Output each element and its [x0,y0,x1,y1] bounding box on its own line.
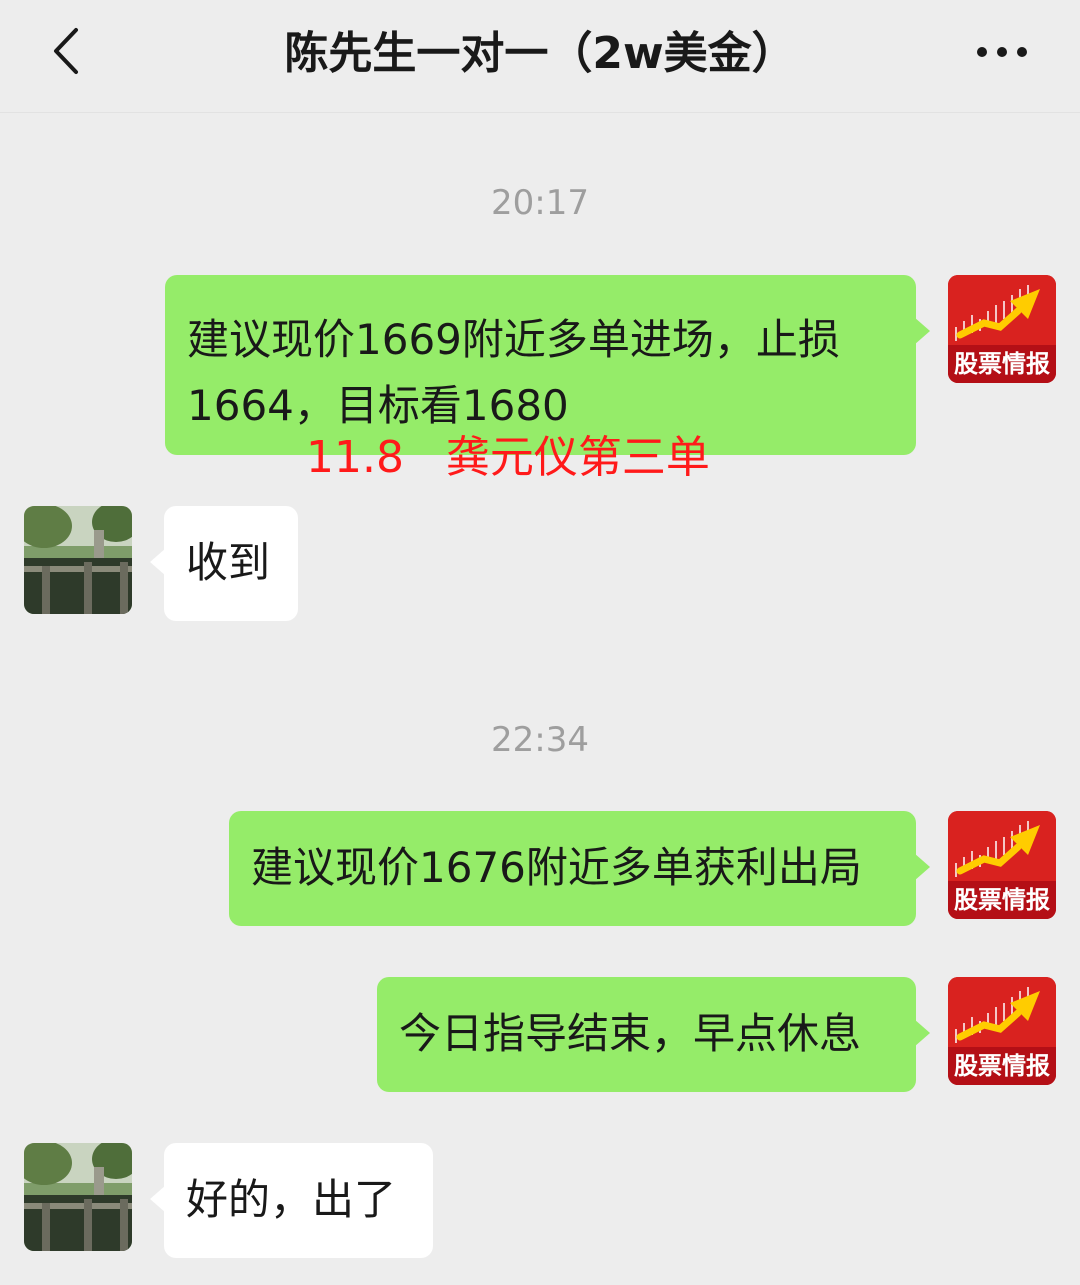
timestamp: 20:17 [491,183,589,223]
message-text: 建议现价1669附近多单进场，止损 [187,315,840,364]
timestamp: 22:34 [491,720,589,760]
contact-avatar[interactable] [24,1143,132,1251]
message-bubble-incoming[interactable]: 收到 [150,506,298,621]
message-text: 好的，出了 [186,1175,397,1224]
landscape-photo-icon [24,506,132,614]
message-bubble-outgoing[interactable]: 今日指导结束，早点休息 [377,977,930,1092]
message-bubble-incoming[interactable]: 好的，出了 [150,1143,433,1258]
message-text: 收到 [186,538,271,587]
avatar-label: 股票情报 [954,1052,1050,1080]
top-bar: 陈先生一对一（2w美金） [0,0,1080,113]
message-bubble-outgoing[interactable]: 建议现价1669附近多单进场，止损 1664，目标看1680 [165,275,930,455]
sender-avatar[interactable]: 股票情报 [948,977,1056,1085]
contact-avatar[interactable] [24,506,132,614]
landscape-photo-icon [24,1143,132,1251]
avatar-label: 股票情报 [954,350,1050,378]
message-text: 建议现价1676附近多单获利出局 [251,843,862,892]
more-dots-icon[interactable] [972,32,1032,72]
stock-chart-icon: 股票情报 [948,977,1056,1085]
message-text: 今日指导结束，早点休息 [399,1009,862,1058]
stock-chart-icon: 股票情报 [948,275,1056,383]
red-annotation: 11.8 龚元仪第三单 [306,432,710,483]
stock-chart-icon: 股票情报 [948,811,1056,919]
sender-avatar[interactable]: 股票情报 [948,811,1056,919]
chat-title: 陈先生一对一（2w美金） [284,28,796,79]
sender-avatar[interactable]: 股票情报 [948,275,1056,383]
avatar-label: 股票情报 [954,886,1050,914]
message-bubble-outgoing[interactable]: 建议现价1676附近多单获利出局 [229,811,930,926]
